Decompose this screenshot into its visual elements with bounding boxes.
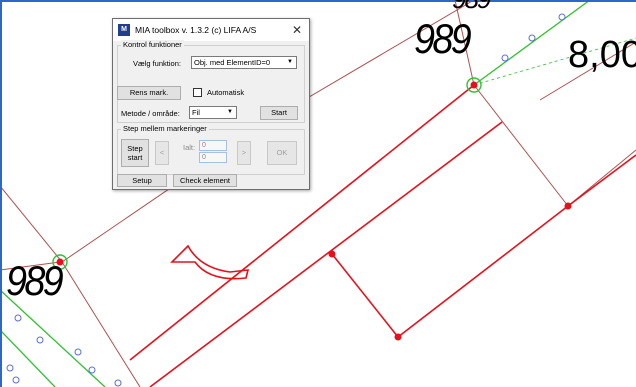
parcel-node [564, 202, 572, 210]
close-icon[interactable]: ✕ [289, 22, 305, 38]
prev-button[interactable]: < [155, 141, 169, 165]
cadastre-line [61, 261, 141, 387]
step-start-button[interactable]: Step start [121, 139, 149, 167]
kontrol-group-legend: Kontrol funktioner [121, 40, 184, 49]
cadastre-line [0, 185, 63, 263]
vaelg-select-value: Obj. med ElementID=0 [194, 58, 271, 67]
mia-toolbox-dialog: M MIA toolbox v. 1.3.2 (c) LIFA A/S ✕ Ko… [112, 18, 310, 190]
map-label-top-fragment: 989 [452, 0, 491, 12]
setup-button[interactable]: Setup [117, 174, 167, 187]
map-label-parcel-number: 989 [414, 15, 472, 62]
mia-app-icon: M [118, 24, 130, 36]
road-node [114, 379, 122, 387]
road-node [12, 376, 20, 384]
road-line [0, 329, 56, 387]
road-node [88, 366, 96, 374]
road-node [14, 314, 22, 322]
ialt-field-2[interactable]: 0 [199, 152, 227, 163]
parcel-node [328, 250, 336, 258]
cadastre-line [473, 84, 569, 207]
start-button[interactable]: Start [260, 106, 298, 120]
window-frame-left [0, 0, 2, 387]
parcel-node [470, 81, 478, 89]
parcel-line [331, 154, 636, 339]
map-label-measure: 8,00 [568, 34, 636, 76]
vaelg-select[interactable]: Obj. med ElementID=0 ▼ [191, 56, 297, 69]
road-node [528, 34, 536, 42]
dialog-title: MIA toolbox v. 1.3.2 (c) LIFA A/S [135, 25, 257, 35]
metode-label: Metode / område: [121, 109, 180, 118]
ialt-field-1[interactable]: 0 [199, 140, 227, 151]
metode-select-value: Fil [192, 108, 200, 117]
road-line [0, 289, 106, 387]
road-node [501, 54, 509, 62]
automatisk-label: Automatisk [207, 88, 245, 97]
rens-mark-button[interactable]: Rens mark. [117, 86, 181, 100]
road-node [36, 336, 44, 344]
map-label-parcel-number-left: 989 [6, 257, 64, 304]
step-start-label-2: start [127, 153, 143, 162]
ialt-label: Ialt: [183, 143, 196, 152]
step-group-legend: Step mellem markeringer [121, 124, 209, 133]
vaelg-label: Vælg funktion: [133, 59, 181, 68]
map-canvas[interactable] [0, 0, 636, 387]
next-button[interactable]: > [237, 141, 251, 165]
automatisk-checkbox[interactable] [193, 88, 202, 97]
chevron-down-icon: ▼ [227, 109, 233, 115]
step-start-label-1: Step [127, 144, 143, 153]
road-node [6, 364, 14, 372]
metode-select[interactable]: Fil ▼ [189, 106, 237, 119]
road-node [558, 13, 566, 21]
dialog-titlebar[interactable]: M MIA toolbox v. 1.3.2 (c) LIFA A/S ✕ [113, 19, 309, 41]
road-node [74, 348, 82, 356]
chevron-down-icon: ▼ [287, 59, 293, 65]
check-element-button[interactable]: Check element [173, 174, 237, 187]
ok-button[interactable]: OK [267, 141, 297, 165]
window-frame-top [0, 0, 636, 2]
parcel-node [394, 333, 402, 341]
